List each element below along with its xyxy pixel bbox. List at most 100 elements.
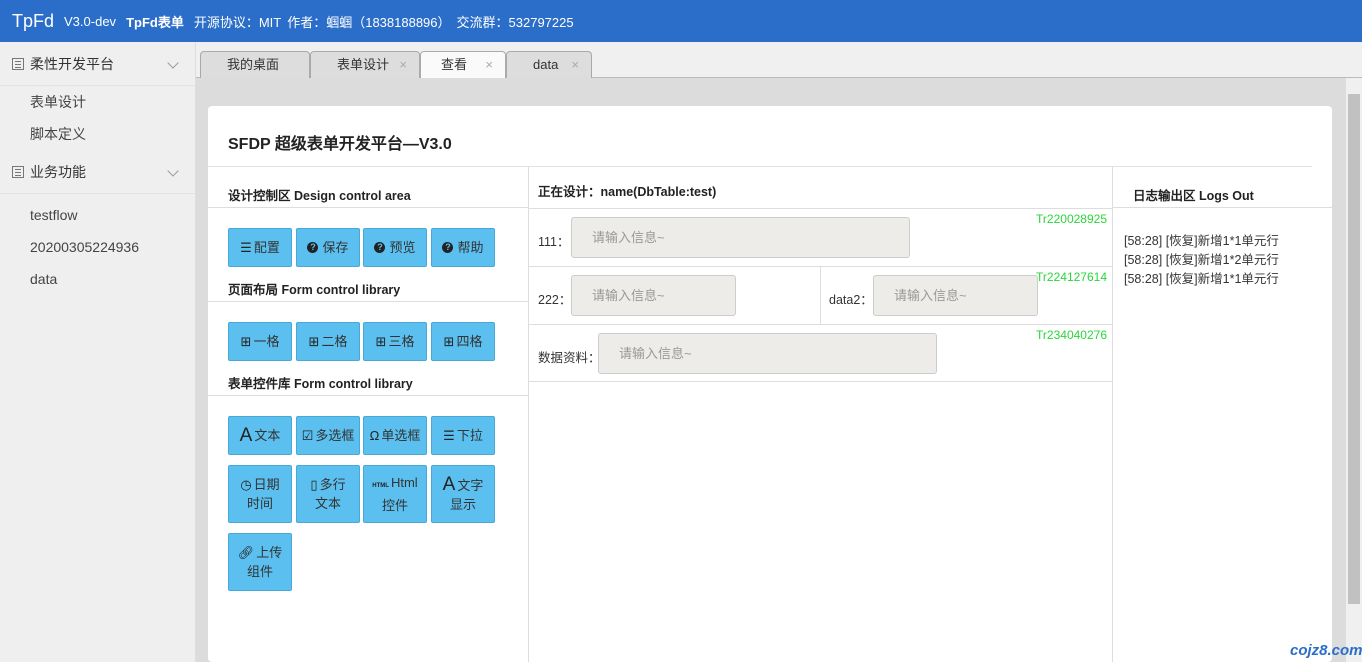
log-entry: [58:28] [恢复]新增1*2单元行 [1124, 253, 1279, 267]
attachment-icon: 🔗︎ [237, 545, 255, 560]
layout-two-column-button[interactable]: ⊞ 二格 [296, 322, 360, 361]
tab-form-design[interactable]: 表单设计 × [310, 51, 420, 78]
text-icon: A [239, 425, 253, 446]
close-icon[interactable]: × [399, 52, 407, 78]
config-button[interactable]: ☰ 配置 [228, 228, 292, 267]
table-row[interactable]: Tr220028925 111： 请输入信息~ [529, 208, 1112, 266]
sidebar-item-script-define[interactable]: 脚本定义 [0, 118, 195, 150]
layout-three-column-button[interactable]: ⊞ 三格 [363, 322, 427, 361]
question-icon: ? [374, 242, 386, 253]
grid-icon: ⊞ [443, 334, 455, 349]
log-entry: [58:28] [恢复]新增1*1单元行 [1124, 272, 1279, 286]
radio-icon: Ω [369, 428, 380, 443]
table-row[interactable]: Tr224127614 222： 请输入信息~ data2： 请输入信息~ [529, 266, 1112, 325]
help-button[interactable]: ? 帮助 [431, 228, 495, 267]
grid-icon: ⊞ [240, 334, 252, 349]
button-label: 一格 [253, 334, 280, 349]
log-panel-title: 日志输出区 Logs Out [1133, 189, 1254, 203]
button-label: 控件 [381, 498, 408, 513]
divider [820, 267, 821, 325]
divider [208, 207, 529, 208]
sidebar-group-business[interactable]: 业务功能 [0, 150, 195, 194]
scrollbar-thumb[interactable] [1348, 94, 1360, 604]
layout-one-column-button[interactable]: ⊞ 一格 [228, 322, 292, 361]
close-icon[interactable]: × [485, 52, 493, 78]
chevron-down-icon [167, 165, 179, 177]
question-icon: ? [307, 242, 319, 253]
tab-view[interactable]: 查看 × [420, 51, 506, 79]
design-control-title: 设计控制区 Design control area [228, 189, 411, 203]
design-area-title: 正在设计：name(DbTable:test) [538, 185, 717, 199]
design-area: 正在设计：name(DbTable:test) Tr220028925 111：… [529, 167, 1113, 662]
list-icon: ☰ [443, 428, 455, 443]
textarea-control-button[interactable]: ▯ 多行 文本 [296, 465, 360, 523]
list-icon [12, 57, 24, 70]
sidebar-group-label: 业务功能 [30, 163, 86, 180]
field-label: data2： [829, 293, 873, 307]
html-icon: HTML [372, 483, 389, 489]
field-111-input[interactable]: 请输入信息~ [571, 217, 910, 258]
row-id: Tr220028925 [1036, 212, 1107, 226]
button-label: 文本 [254, 428, 281, 443]
app-brand: TpFd表单 [126, 14, 184, 30]
row-id: Tr224127614 [1036, 270, 1107, 284]
field-label: 数据资料： [538, 351, 601, 365]
chevron-down-icon [167, 57, 179, 69]
license-text: 开源协议：MIT [193, 14, 282, 30]
sidebar-item-data[interactable]: data [0, 263, 195, 295]
radio-control-button[interactable]: Ω 单选框 [363, 416, 427, 455]
tab-label: 我的桌面 [227, 57, 280, 72]
vertical-scrollbar[interactable] [1346, 78, 1362, 662]
table-row[interactable]: Tr234040276 数据资料： 请输入信息~ [529, 324, 1112, 382]
checkbox-icon: ☑ [301, 428, 314, 443]
divider [1113, 207, 1332, 208]
app-logo[interactable]: TpFd [12, 11, 54, 32]
button-label: 显示 [449, 496, 476, 512]
field-data-material-input[interactable]: 请输入信息~ [598, 333, 937, 374]
tab-data[interactable]: data × [506, 51, 592, 78]
button-label: 文字 [457, 477, 484, 493]
button-label: 多行 [319, 477, 346, 492]
sidebar-item-20200305224936[interactable]: 20200305224936 [0, 231, 195, 263]
row-id: Tr234040276 [1036, 328, 1107, 342]
label-control-button[interactable]: A 文字 显示 [431, 465, 495, 523]
html-control-button[interactable]: HTML Html 控件 [363, 465, 427, 523]
layout-four-column-button[interactable]: ⊞ 四格 [431, 322, 495, 361]
textarea-icon: ▯ [310, 477, 318, 492]
field-222-input[interactable]: 请输入信息~ [571, 275, 736, 316]
tab-label: data [533, 57, 559, 72]
divider [208, 301, 529, 302]
button-label: 日期 [253, 477, 280, 492]
button-label: 配置 [253, 240, 280, 255]
field-data2-input[interactable]: 请输入信息~ [873, 275, 1038, 316]
sidebar-group-platform[interactable]: 柔性开发平台 [0, 42, 195, 86]
button-label: 单选框 [381, 428, 421, 443]
text-control-button[interactable]: A 文本 [228, 416, 292, 455]
tab-desktop[interactable]: 我的桌面 [200, 51, 310, 78]
datetime-control-button[interactable]: ◷ 日期 时间 [228, 465, 292, 523]
sidebar-item-testflow[interactable]: testflow [0, 199, 195, 231]
button-label: 保存 [322, 240, 349, 255]
button-label: 下拉 [456, 428, 483, 443]
button-label: 组件 [246, 564, 273, 579]
dropdown-control-button[interactable]: ☰ 下拉 [431, 416, 495, 455]
grid-icon: ⊞ [308, 334, 320, 349]
sidebar-item-form-design[interactable]: 表单设计 [0, 86, 195, 118]
preview-button[interactable]: ? 预览 [363, 228, 427, 267]
button-label: 文本 [314, 496, 341, 511]
divider [208, 395, 529, 396]
close-icon[interactable]: × [571, 52, 579, 78]
button-label: Html [390, 475, 418, 490]
control-library-title: 表单控件库 Form control library [228, 377, 413, 391]
layout-library-title: 页面布局 Form control library [228, 283, 401, 297]
log-panel: 日志输出区 Logs Out [58:28] [恢复]新增1*1单元行 [58:… [1113, 167, 1332, 662]
button-label: 预览 [389, 240, 416, 255]
field-label: 111： [538, 235, 570, 249]
upload-control-button[interactable]: 🔗︎ 上传 组件 [228, 533, 292, 591]
button-label: 多选框 [315, 428, 355, 443]
top-header: TpFd V3.0-dev TpFd表单 开源协议：MIT 作者：蝈蝈（1838… [0, 0, 1362, 42]
checkbox-control-button[interactable]: ☑ 多选框 [296, 416, 360, 455]
grid-icon: ⊞ [375, 334, 387, 349]
button-label: 四格 [456, 334, 483, 349]
save-button[interactable]: ? 保存 [296, 228, 360, 267]
